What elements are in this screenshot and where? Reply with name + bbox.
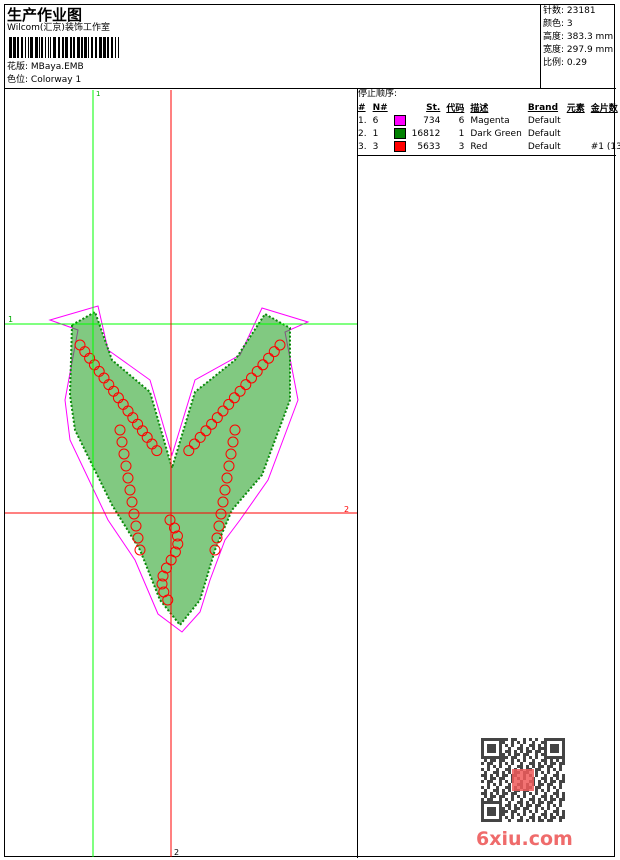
- watermark: 6xiu.com: [476, 828, 573, 850]
- guide-label: 1: [8, 315, 13, 324]
- guide-label: 2: [174, 848, 179, 857]
- guide-label: 2: [344, 505, 349, 514]
- green-fill: [68, 310, 291, 627]
- seal-logo: [512, 769, 534, 791]
- embroidery-design: [48, 305, 310, 633]
- production-worksheet: 生产作业图 Wilcom(汇京)装饰工作室 花版: MBaya.EMB 色位: …: [0, 0, 620, 860]
- embroidery-preview: 1 1 2 2: [5, 90, 357, 857]
- guide-label: 1: [96, 90, 100, 98]
